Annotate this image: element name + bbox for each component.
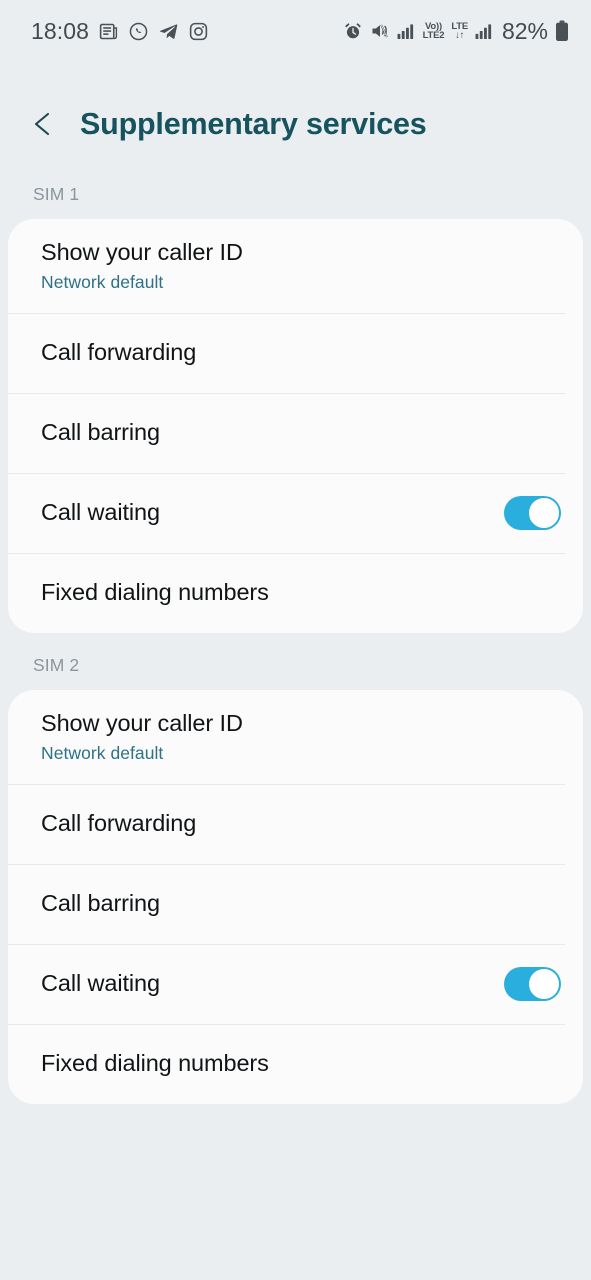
row-title: Call waiting [41,499,160,526]
row-call-barring-sim2[interactable]: Call barring [8,864,583,944]
row-title: Fixed dialing numbers [41,579,269,606]
row-subtitle: Network default [41,271,164,292]
row-subtitle: Network default [41,742,164,763]
alarm-icon [344,23,361,39]
phone-screen: 18:08 Vo)) LTE2 LTE ↓↑ 82% Supplementary… [0,0,591,1280]
battery-icon [556,20,568,41]
signal-bars-sim1-icon [397,23,413,39]
row-fixed-dialing-numbers-sim2[interactable]: Fixed dialing numbers [8,1024,583,1104]
row-show-your-caller-id-sim2[interactable]: Show your caller ID Network default [8,690,583,784]
page-title: Supplementary services [80,106,427,141]
row-title: Show your caller ID [41,710,243,737]
call-waiting-toggle-sim1[interactable] [504,496,561,530]
row-texts: Call barring [41,419,160,447]
telegram-icon [160,23,178,39]
row-title: Call barring [41,890,160,917]
row-call-waiting-sim2[interactable]: Call waiting [8,944,583,1024]
news-icon [99,23,118,39]
status-bar-clock: 18:08 [31,17,90,44]
row-show-your-caller-id-sim1[interactable]: Show your caller ID Network default [8,219,583,313]
mute-icon [372,24,388,38]
row-call-barring-sim1[interactable]: Call barring [8,393,583,473]
row-texts: Call waiting [41,970,160,998]
row-title: Call waiting [41,970,160,997]
back-button[interactable] [30,104,64,144]
toggle-knob [528,968,560,1000]
row-title: Call forwarding [41,810,197,837]
network-label-sim1: Vo)) LTE2 [422,21,445,41]
row-title: Call barring [41,419,160,446]
row-texts: Call forwarding [41,810,196,838]
status-bar-right: Vo)) LTE2 LTE ↓↑ 82% [343,17,569,44]
signal-bars-sim2-icon [475,23,492,39]
call-waiting-toggle-sim2[interactable] [504,967,561,1001]
row-texts: Fixed dialing numbers [41,579,269,607]
settings-content: SIM 1 Show your caller ID Network defaul… [0,162,591,1104]
row-title: Show your caller ID [41,239,243,266]
status-bar: 18:08 Vo)) LTE2 LTE ↓↑ 82% [0,0,591,62]
battery-percent-label: 82% [501,17,548,44]
row-fixed-dialing-numbers-sim1[interactable]: Fixed dialing numbers [8,553,583,633]
row-texts: Call forwarding [41,339,196,367]
network-label-sim2: LTE ↓↑ [451,21,468,41]
row-title: Call forwarding [41,339,197,366]
settings-card-sim-2: Show your caller ID Network default Call… [8,690,583,1104]
row-call-waiting-sim1[interactable]: Call waiting [8,473,583,553]
row-title: Fixed dialing numbers [41,1050,269,1077]
row-texts: Show your caller ID Network default [41,710,243,764]
row-texts: Show your caller ID Network default [41,239,243,293]
lte2-label: LTE2 [422,30,445,41]
instagram-icon [189,22,208,40]
whatsapp-icon [129,22,148,40]
section-label-sim-2: SIM 2 [33,655,80,675]
settings-card-sim-1: Show your caller ID Network default Call… [8,219,583,633]
toggle-knob [528,497,560,529]
status-bar-left: 18:08 [31,17,209,44]
page-header: Supplementary services [0,86,591,162]
chevron-left-icon [34,112,50,136]
row-call-forwarding-sim2[interactable]: Call forwarding [8,784,583,864]
section-label-sim-1: SIM 1 [33,184,80,204]
row-texts: Fixed dialing numbers [41,1050,269,1078]
data-arrows-icon: ↓↑ [455,30,465,41]
row-texts: Call barring [41,890,160,918]
row-texts: Call waiting [41,499,160,527]
row-call-forwarding-sim1[interactable]: Call forwarding [8,313,583,393]
